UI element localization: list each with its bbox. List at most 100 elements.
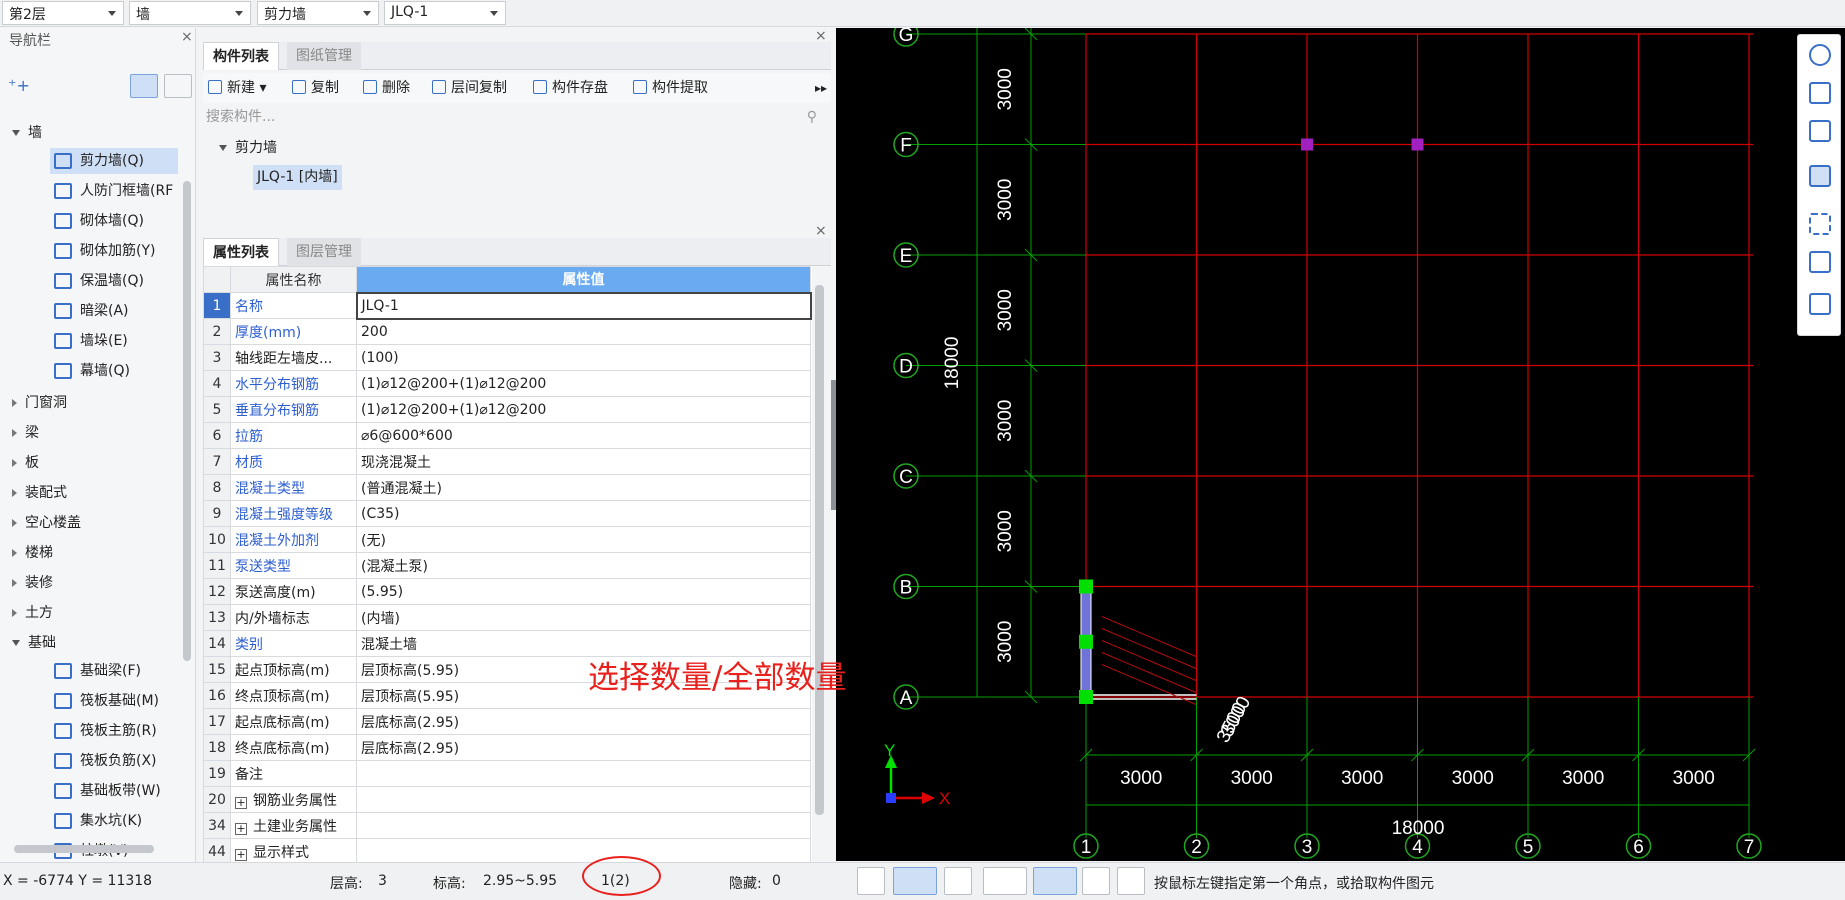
nav-group[interactable]: 装配式 — [12, 480, 67, 506]
property-value[interactable]: (无) — [356, 526, 811, 553]
nav-item[interactable]: 保温墙(Q) — [50, 268, 148, 294]
component-select[interactable]: JLQ-1 — [384, 1, 506, 25]
tab-layer-manage[interactable]: 图层管理 — [287, 238, 361, 266]
property-row[interactable]: 5 垂直分布钢筋 (1)⌀12@200+(1)⌀12@200 — [203, 396, 811, 423]
property-row[interactable]: 20 + 钢筋业务属性 — [203, 786, 811, 813]
nav-item[interactable]: 幕墙(Q) — [50, 358, 134, 384]
layer-visibility-icon[interactable] — [1809, 293, 1831, 315]
expand-plus-icon[interactable]: + — [235, 822, 247, 835]
new-button[interactable]: 新建 ▾ — [208, 78, 266, 98]
property-value[interactable]: 层底标高(2.95) — [356, 708, 811, 735]
cube-view-icon[interactable] — [1809, 120, 1831, 142]
nav-item[interactable]: 暗梁(A) — [50, 298, 133, 324]
property-value[interactable] — [356, 838, 811, 865]
property-value[interactable]: (100) — [356, 344, 811, 371]
component-view-icon[interactable] — [1809, 251, 1831, 273]
add-icon[interactable]: ⁺+ — [8, 76, 30, 95]
property-value[interactable] — [356, 760, 811, 787]
nav-item[interactable]: 筏板主筋(R) — [50, 718, 161, 744]
property-row[interactable]: 44 + 显示样式 — [203, 838, 811, 865]
property-value[interactable]: 现浇混凝土 — [356, 448, 811, 475]
property-value[interactable]: (1)⌀12@200+(1)⌀12@200 — [356, 396, 811, 423]
property-value[interactable]: 层底标高(2.95) — [356, 734, 811, 761]
expand-plus-icon[interactable]: + — [235, 796, 247, 809]
nav-item[interactable]: 集水坑(K) — [50, 808, 146, 834]
list-view-icon[interactable] — [130, 74, 158, 98]
cad-drawing[interactable]: G F E D C B A 1 2 3 4 5 6 7 3000 3000 3000 3000 3000 3000 18… — [836, 28, 1845, 861]
tab-component-list[interactable]: 构件列表 — [203, 42, 279, 70]
tab-property-list[interactable]: 属性列表 — [203, 238, 279, 266]
detail-view-icon[interactable] — [164, 74, 192, 98]
property-row[interactable]: 12 泵送高度(m) (5.95) — [203, 578, 811, 605]
nav-group[interactable]: 土方 — [12, 600, 53, 626]
property-row[interactable]: 1 名称 JLQ-1 — [203, 291, 812, 320]
cross-select-icon[interactable] — [944, 867, 972, 895]
expand-plus-icon[interactable]: + — [235, 848, 247, 861]
tree-item-jlq1[interactable]: JLQ-1 [内墙] — [253, 165, 342, 190]
nav-item[interactable]: 基础板带(W) — [50, 778, 165, 804]
arc-icon[interactable] — [1117, 867, 1145, 895]
property-row[interactable]: 7 材质 现浇混凝土 — [203, 448, 811, 475]
property-row[interactable]: 17 起点底标高(m) 层底标高(2.95) — [203, 708, 811, 735]
property-row[interactable]: 4 水平分布钢筋 (1)⌀12@200+(1)⌀12@200 — [203, 370, 811, 397]
type-select[interactable]: 剪力墙 — [257, 1, 379, 25]
property-value[interactable]: (1)⌀12@200+(1)⌀12@200 — [356, 370, 811, 397]
property-row[interactable]: 11 泵送类型 (混凝土泵) — [203, 552, 811, 579]
nav-item[interactable]: 基础梁(F) — [50, 658, 145, 684]
property-row[interactable]: 13 内/外墙标志 (内墙) — [203, 604, 811, 631]
tab-drawing-manage[interactable]: 图纸管理 — [287, 42, 361, 70]
snap-icon[interactable] — [1033, 867, 1077, 895]
floor-select[interactable]: 第2层 — [2, 1, 124, 25]
property-row[interactable]: 19 备注 — [203, 760, 811, 787]
property-value[interactable]: 200 — [356, 318, 811, 345]
delete-button[interactable]: 删除 — [363, 78, 410, 98]
more-icon[interactable]: ▸▸ — [815, 78, 827, 98]
property-row[interactable]: 2 厚度(mm) 200 — [203, 318, 811, 345]
display-cube-icon[interactable] — [1809, 165, 1831, 187]
category-select[interactable]: 墙 — [129, 1, 251, 25]
nav-group[interactable]: 板 — [12, 450, 39, 476]
close-icon[interactable]: × — [181, 29, 193, 45]
nav-item[interactable]: 砌体加筋(Y) — [50, 238, 159, 264]
drawing-canvas[interactable]: G F E D C B A 1 2 3 4 5 6 7 3000 3000 3000 3000 3000 3000 18… — [836, 28, 1845, 861]
nav-item[interactable]: 墙垛(E) — [50, 328, 132, 354]
close-icon[interactable]: × — [815, 28, 827, 44]
nav-group[interactable]: 装修 — [12, 570, 53, 596]
nav-group[interactable]: 墙 — [12, 120, 42, 146]
nav-group[interactable]: 梁 — [12, 420, 39, 446]
property-value[interactable] — [356, 812, 811, 839]
property-row[interactable]: 8 混凝土类型 (普通混凝土) — [203, 474, 811, 501]
close-icon[interactable]: × — [815, 223, 827, 239]
nav-group[interactable]: 基础 — [12, 630, 56, 656]
property-value[interactable]: (5.95) — [356, 578, 811, 605]
property-value[interactable]: (内墙) — [356, 604, 811, 631]
nav-item[interactable]: 人防门框墙(RF — [50, 178, 177, 204]
copy-button[interactable]: 复制 — [292, 78, 339, 98]
property-value[interactable]: (混凝土泵) — [356, 552, 811, 579]
nav-group[interactable]: 楼梯 — [12, 540, 53, 566]
property-row[interactable]: 6 拉筋 ⌀6@600*600 — [203, 422, 811, 449]
property-row[interactable]: 3 轴线距左墙皮... (100) — [203, 344, 811, 371]
angle-icon[interactable] — [983, 867, 1027, 895]
nav-item[interactable]: 砌体墙(Q) — [50, 208, 148, 234]
ortho-icon[interactable] — [857, 867, 885, 895]
property-value[interactable]: (C35) — [356, 500, 811, 527]
nav-item[interactable]: 筏板基础(M) — [50, 688, 163, 714]
property-row[interactable]: 9 混凝土强度等级 (C35) — [203, 500, 811, 527]
property-row[interactable]: 34 + 土建业务属性 — [203, 812, 811, 839]
extract-component-button[interactable]: 构件提取 — [633, 78, 708, 98]
property-row[interactable]: 18 终点底标高(m) 层底标高(2.95) — [203, 734, 811, 761]
nav-item[interactable]: 剪力墙(Q) — [50, 148, 178, 174]
property-scrollbar[interactable] — [815, 285, 824, 815]
tree-group-shear-wall[interactable]: 剪力墙 — [219, 135, 277, 161]
component-search-input[interactable]: 搜索构件... ⚲ — [203, 105, 823, 129]
orbit-icon[interactable] — [1809, 44, 1831, 66]
property-value[interactable]: ⌀6@600*600 — [356, 422, 811, 449]
3d-view-icon[interactable] — [1809, 82, 1831, 104]
nav-group[interactable]: 门窗洞 — [12, 390, 67, 416]
property-value[interactable]: JLQ-1 — [355, 291, 812, 320]
select-rect-icon[interactable] — [893, 867, 937, 895]
display-icon[interactable] — [1082, 867, 1110, 895]
nav-h-scrollbar[interactable] — [14, 845, 154, 853]
nav-group[interactable]: 空心楼盖 — [12, 510, 81, 536]
